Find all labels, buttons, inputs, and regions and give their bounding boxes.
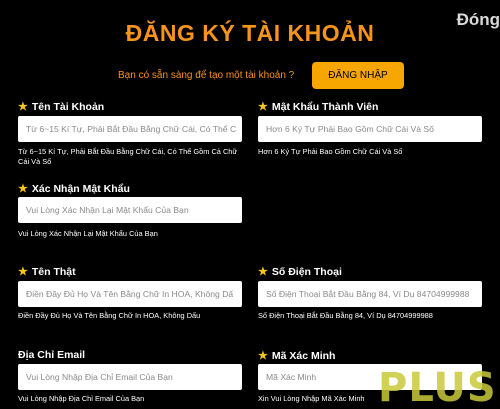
required-star-icon: ★	[18, 101, 28, 113]
required-star-icon: ★	[258, 350, 268, 362]
email-input[interactable]: Vui Lòng Nhập Địa Chỉ Email Của Bạn	[18, 364, 242, 390]
close-button[interactable]: Đóng	[457, 10, 500, 30]
real-name-label-text: Tên Thật	[31, 265, 76, 278]
confirm-password-label-text: Xác Nhận Mật Khẩu	[31, 182, 130, 195]
email-label-text: Địa Chỉ Email	[18, 349, 86, 361]
verify-code-label-text: Mã Xác Minh	[271, 349, 336, 362]
real-name-input[interactable]: Điền Đầy Đủ Họ Và Tên Bằng Chữ In HOA, K…	[18, 281, 242, 307]
password-input[interactable]: Hơn 6 Ký Tự Phải Bao Gồm Chữ Cái Và Số	[258, 116, 482, 142]
password-hint: Hơn 6 Ký Tự Phải Bao Gồm Chữ Cái Và Số	[258, 147, 403, 156]
phone-input[interactable]: Số Điện Thoại Bắt Đầu Bằng 84, Ví Dụ 847…	[258, 281, 482, 307]
email-label: Địa Chỉ Email	[18, 349, 85, 361]
required-star-icon: ★	[258, 101, 268, 113]
plus-watermark: PLUS	[378, 365, 497, 409]
login-button[interactable]: ĐĂNG NHẬP	[312, 62, 404, 89]
username-label-text: Tên Tài Khoản	[31, 100, 105, 113]
verify-code-label: ★ Mã Xác Minh	[258, 349, 336, 363]
real-name-label: ★ Tên Thật	[18, 265, 76, 279]
page-title: ĐĂNG KÝ TÀI KHOẢN	[125, 20, 375, 46]
confirm-password-hint: Vui Lòng Xác Nhận Lại Mật Khẩu Của Bạn	[18, 229, 158, 238]
required-star-icon: ★	[18, 183, 28, 195]
required-star-icon: ★	[258, 266, 268, 278]
username-input[interactable]: Từ 6~15 Kí Tự, Phải Bắt Đầu Bằng Chữ Cái…	[18, 116, 242, 142]
username-label: ★ Tên Tài Khoản	[18, 100, 105, 114]
password-label: ★ Mật Khẩu Thành Viên	[258, 100, 379, 114]
phone-label-text: Số Điện Thoại	[271, 265, 342, 278]
password-label-text: Mật Khẩu Thành Viên	[271, 100, 379, 113]
phone-hint: Số Điện Thoại Bắt Đầu Bằng 84, Ví Dụ 847…	[258, 311, 433, 320]
login-prompt: Bạn có sẵn sàng để tạo một tài khoản ?	[118, 70, 295, 81]
confirm-password-input[interactable]: Vui Lòng Xác Nhận Lại Mật Khẩu Của Bạn	[18, 197, 242, 223]
required-star-icon: ★	[18, 266, 28, 278]
phone-label: ★ Số Điện Thoại	[258, 265, 342, 279]
real-name-hint: Điền Đầy Đủ Họ Và Tên Bằng Chữ In HOA, K…	[18, 311, 201, 320]
username-hint: Từ 6~15 Kí Tự, Phải Bắt Đầu Bằng Chữ Cái…	[18, 147, 238, 166]
confirm-password-label: ★ Xác Nhận Mật Khẩu	[18, 182, 130, 196]
email-hint: Vui Lòng Nhập Địa Chỉ Email Của Bạn	[18, 394, 145, 403]
